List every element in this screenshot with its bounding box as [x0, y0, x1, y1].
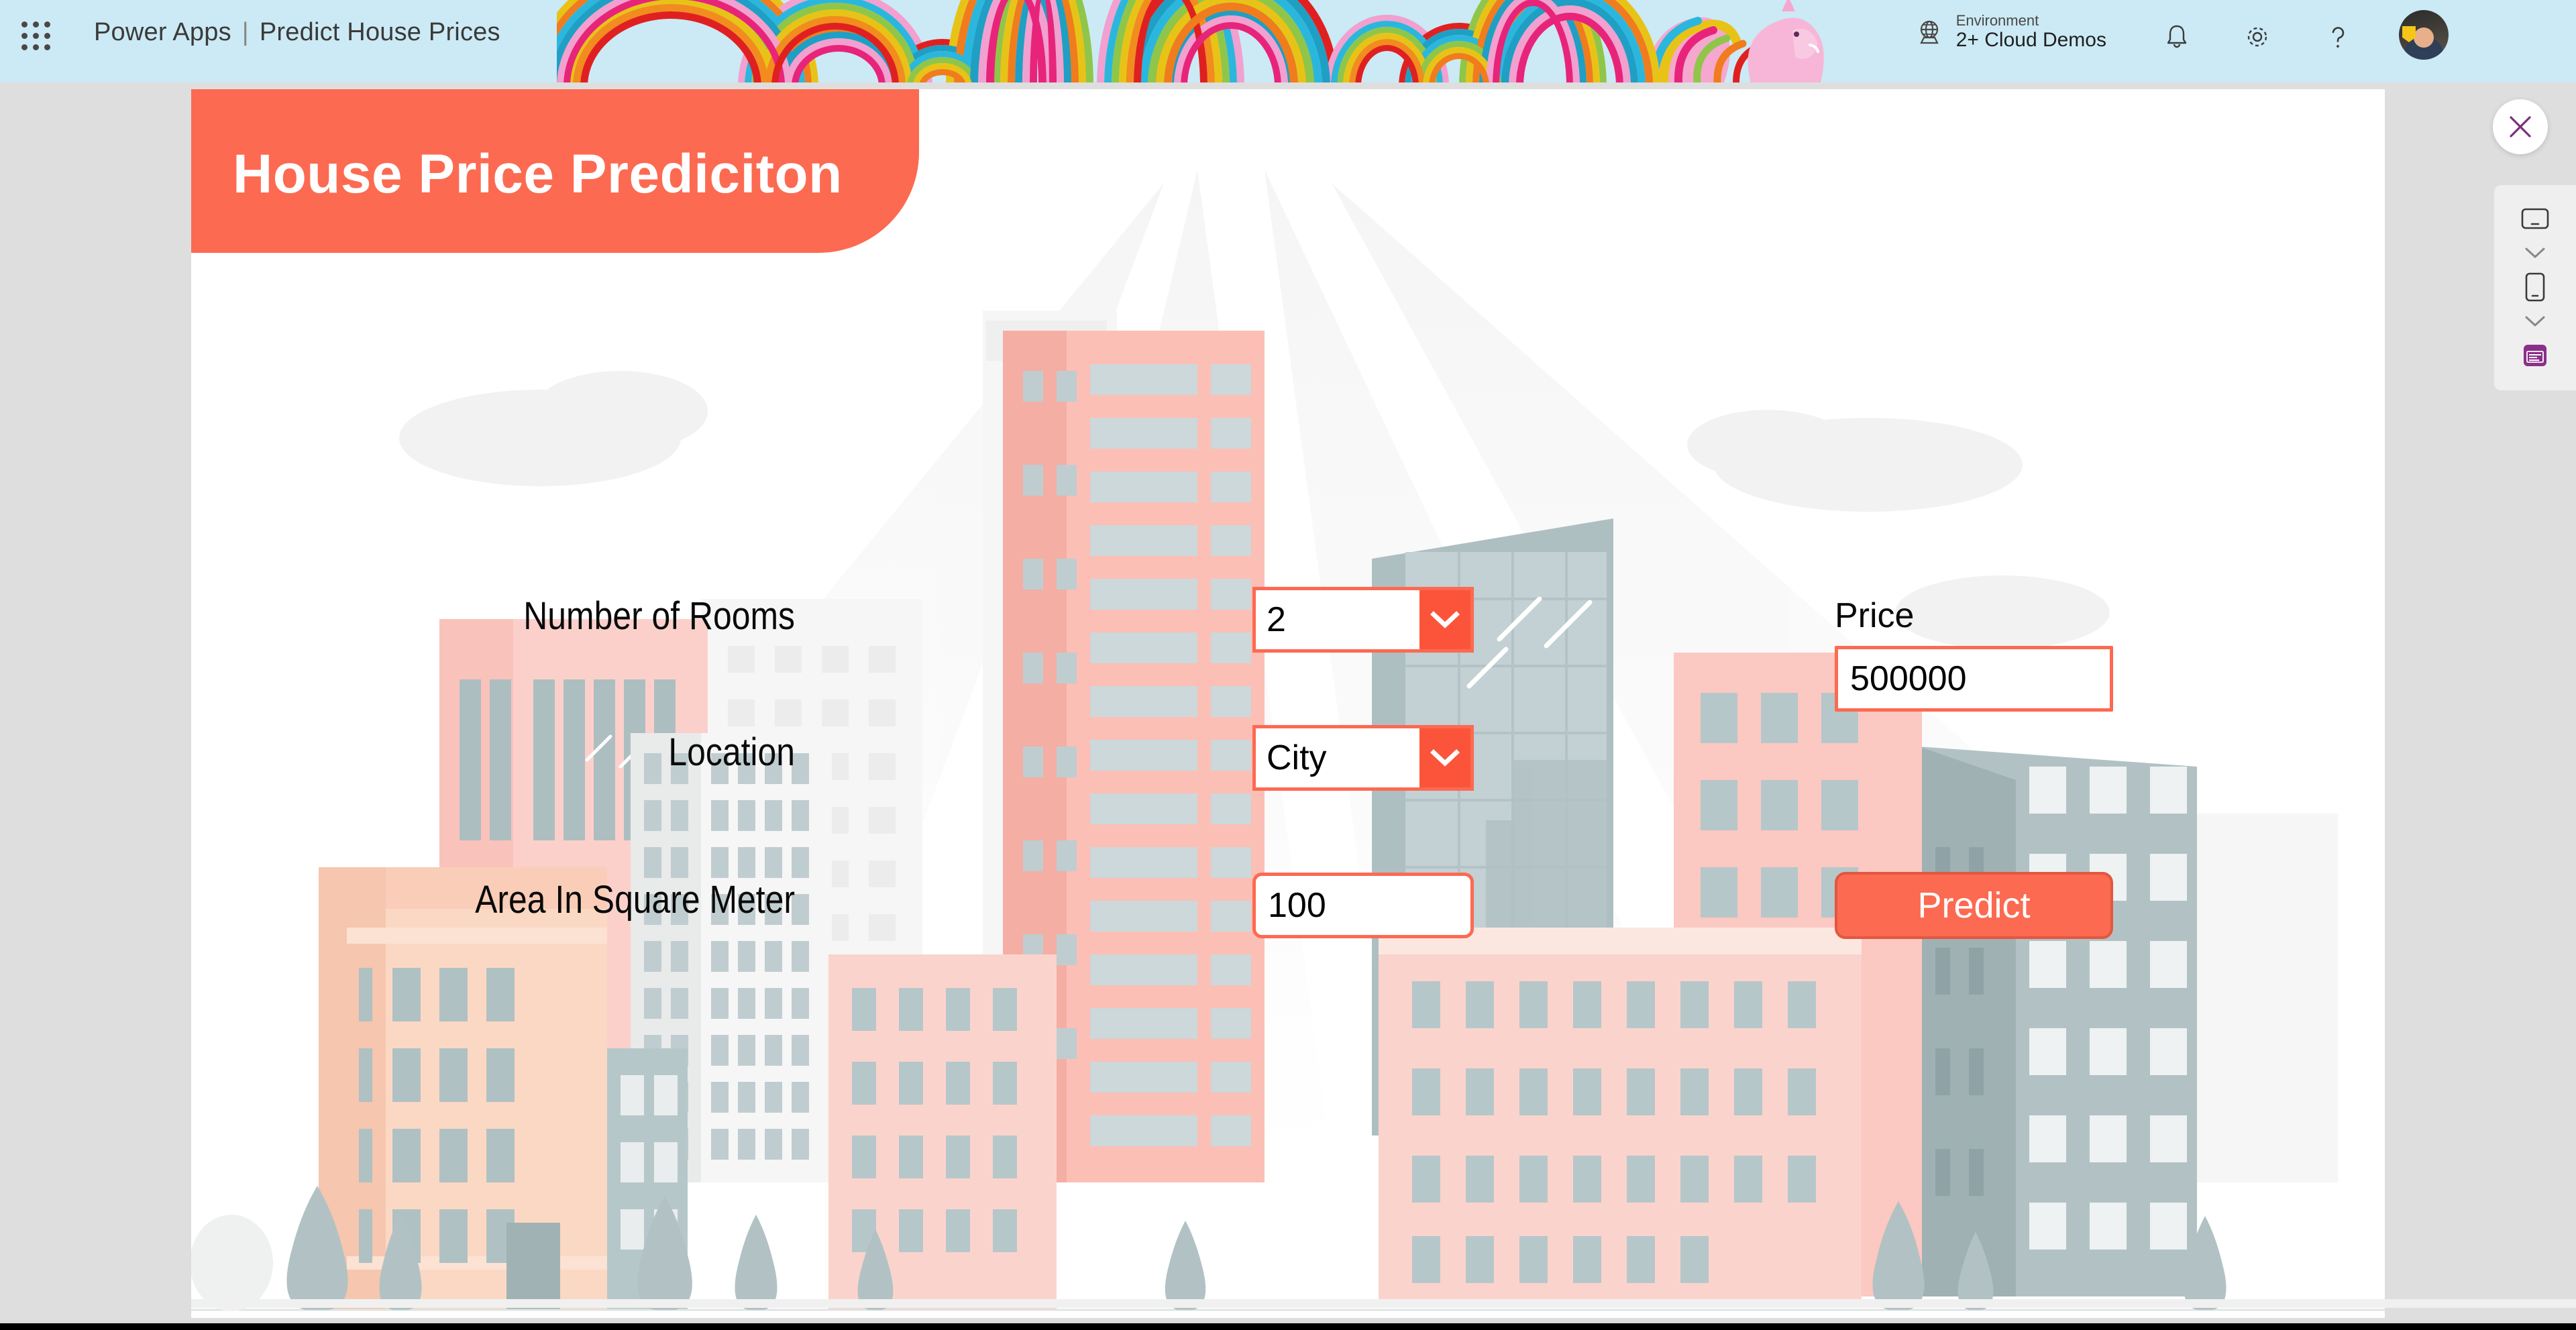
- area-in-square-meter-label: Area In Square Meter: [475, 878, 795, 922]
- avatar-face: [2414, 27, 2434, 48]
- environment-picker[interactable]: Environment 2+ Cloud Demos: [1915, 12, 2106, 52]
- user-avatar[interactable]: [2399, 10, 2449, 60]
- app-title-banner: House Price Prediciton: [191, 89, 919, 253]
- brand-breadcrumb: Power Apps | Predict House Prices: [94, 18, 500, 47]
- tablet-device-icon[interactable]: [2515, 204, 2555, 233]
- app-name-label: Predict House Prices: [259, 18, 500, 46]
- app-title-text: House Price Prediciton: [233, 144, 843, 205]
- chevron-down-icon[interactable]: [1419, 728, 1470, 787]
- predict-button[interactable]: Predict: [1835, 872, 2113, 939]
- app-form-icon[interactable]: [2515, 341, 2555, 370]
- window-bottom-bar: [0, 1323, 2576, 1330]
- location-value: City: [1267, 738, 1327, 777]
- area-in-square-meter-input[interactable]: 100: [1252, 873, 1474, 938]
- number-of-rooms-value: 2: [1267, 600, 1286, 639]
- page-footer-strip: [191, 1299, 2576, 1308]
- close-x-icon: [2510, 116, 2531, 137]
- rainbow-banner-decoration: [557, 0, 1885, 82]
- help-question-icon[interactable]: [2321, 20, 2355, 54]
- device-preview-rail: [2494, 185, 2576, 390]
- number-of-rooms-label: Number of Rooms: [523, 594, 795, 638]
- notification-bell-icon[interactable]: [2160, 20, 2194, 54]
- globe-icon: [1919, 20, 1939, 44]
- close-button[interactable]: [2493, 99, 2548, 154]
- price-output-field[interactable]: 500000: [1835, 646, 2113, 712]
- phone-device-icon[interactable]: [2515, 272, 2555, 302]
- environment-value: 2+ Cloud Demos: [1955, 29, 2106, 52]
- number-of-rooms-dropdown[interactable]: 2: [1252, 587, 1474, 653]
- location-label: Location: [668, 730, 795, 774]
- top-navigation-bar: Power Apps | Predict House Prices Environm…: [0, 0, 2576, 82]
- app-canvas: House Price Prediciton Number of Rooms 2…: [191, 89, 2385, 1318]
- environment-label: Environment: [1955, 12, 2039, 29]
- settings-gear-icon[interactable]: [2241, 20, 2274, 54]
- chevron-down-icon[interactable]: [2515, 310, 2555, 333]
- app-launcher-grid-icon[interactable]: [20, 20, 51, 51]
- chevron-down-icon[interactable]: [2515, 241, 2555, 264]
- breadcrumb-separator: |: [241, 18, 249, 46]
- brand-label[interactable]: Power Apps: [94, 18, 231, 46]
- player-page-body: House Price Prediciton Number of Rooms 2…: [0, 82, 2576, 1318]
- power-apps-player-window: Power Apps | Predict House Prices Environm…: [0, 0, 2576, 1330]
- price-label: Price: [1835, 596, 1915, 635]
- chevron-down-icon[interactable]: [1419, 590, 1470, 649]
- location-dropdown[interactable]: City: [1252, 725, 1474, 791]
